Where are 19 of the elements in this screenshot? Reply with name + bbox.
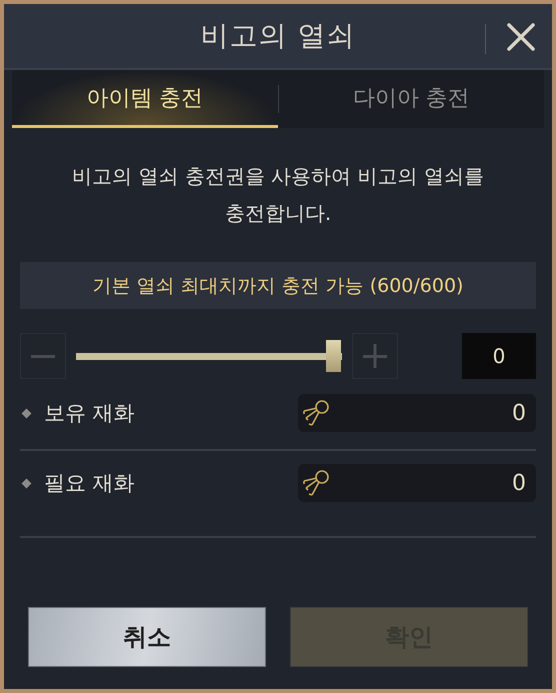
bullet-icon [22,408,32,418]
description-text: 비고의 열쇠 충전권을 사용하여 비고의 열쇠를 충전합니다. [71,163,485,227]
quantity-field[interactable]: 0 [462,333,536,379]
currency-value: 0 [512,400,526,426]
bullet-icon [22,478,32,488]
limit-notice: 기본 열쇠 최대치까지 충전 가능 (600/600) [20,262,536,309]
currency-value: 0 [512,470,526,496]
window-title: 비고의 열쇠 [200,18,356,54]
currency-label: 필요 재화 [44,470,135,497]
plus-button[interactable] [352,333,398,379]
close-button[interactable] [504,20,538,54]
currency-label: 보유 재화 [44,400,135,427]
minus-icon [31,354,55,358]
cancel-button[interactable]: 취소 [28,607,266,667]
tab[interactable]: 다이아 충전 [278,70,544,128]
minus-button[interactable] [20,333,66,379]
slider-thumb[interactable] [326,340,341,372]
close-icon [506,22,536,52]
plus-icon [362,343,388,369]
